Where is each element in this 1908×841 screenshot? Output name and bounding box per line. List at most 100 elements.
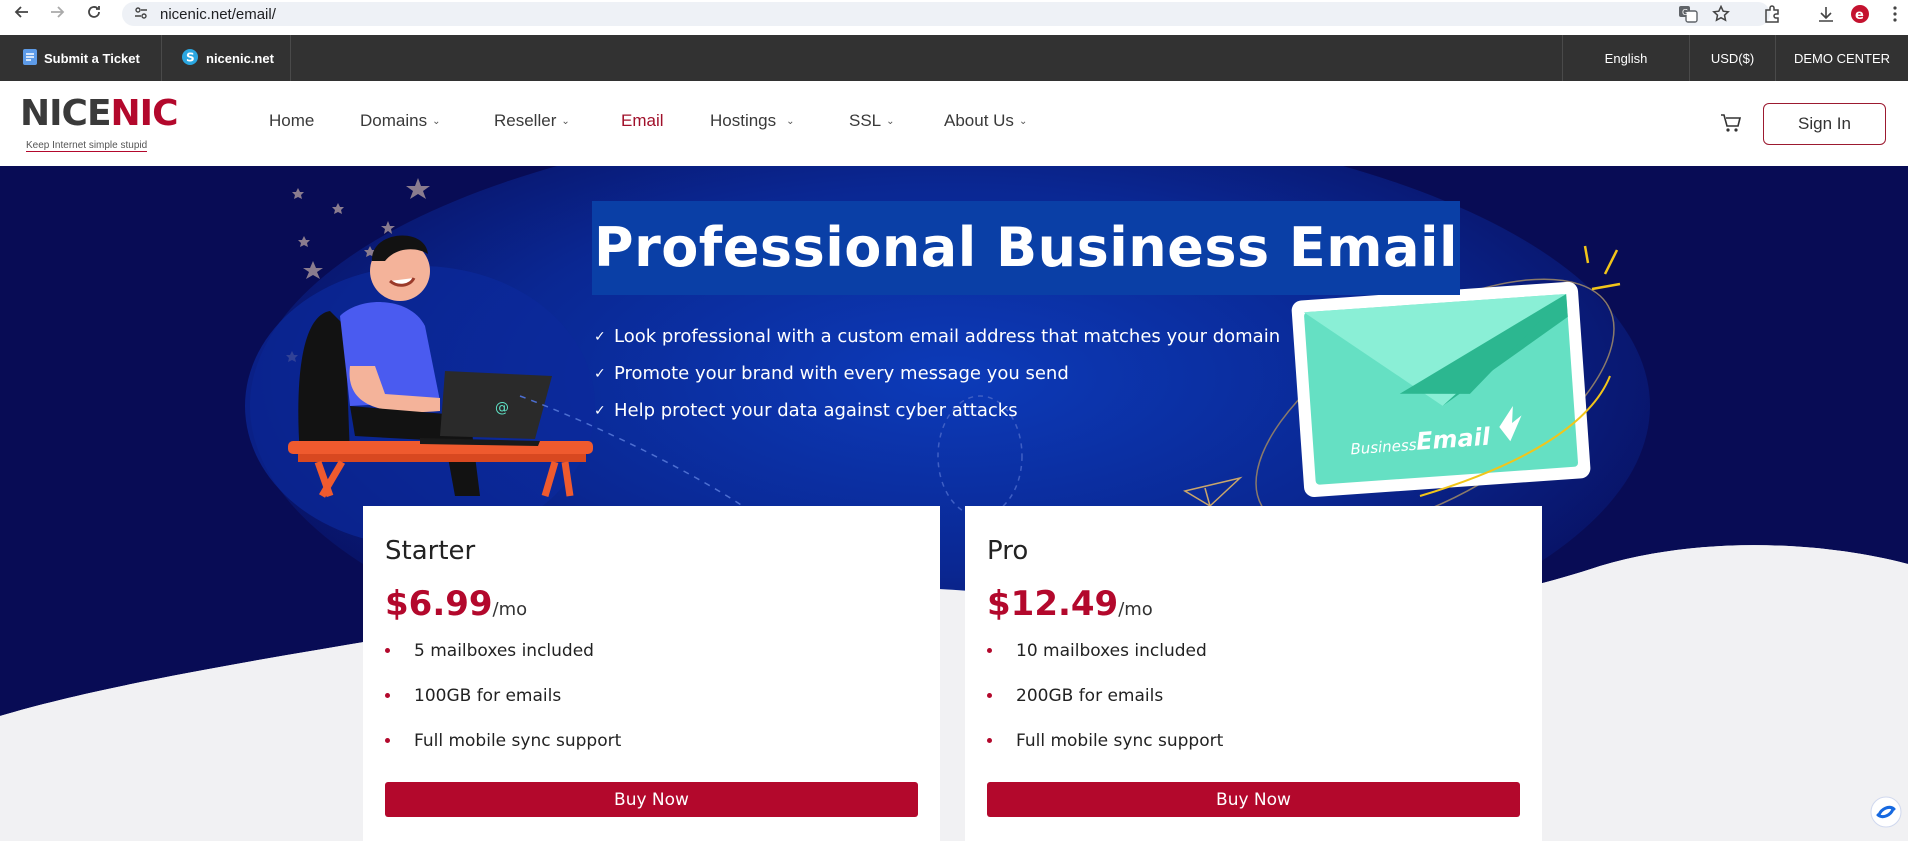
plan-feature-item: Full mobile sync support [385, 718, 621, 763]
nav-email[interactable]: Email [621, 111, 664, 131]
plan-feature-item: Full mobile sync support [987, 718, 1223, 763]
hero-benefit-item: ✓ Promote your brand with every message … [594, 355, 1280, 392]
nicenic-logo[interactable]: NICENIC Keep Internet simple stupid [20, 93, 182, 152]
bullet-dot-icon [385, 693, 390, 698]
nav-domains[interactable]: Domains ⌄ [360, 111, 440, 131]
svg-text:G: G [1682, 8, 1688, 17]
plan-card-starter: Starter $6.99/mo 5 mailboxes included 10… [363, 506, 940, 841]
hero-benefit-text: Promote your brand with every message yo… [614, 363, 1069, 384]
envelope-text-email: Email [1415, 423, 1492, 456]
plan-feature-text: 200GB for emails [1016, 685, 1164, 706]
address-bar[interactable]: nicenic.net/email/ [122, 2, 1770, 26]
currency-selector[interactable]: USD($) [1689, 35, 1775, 81]
hero-benefit-text: Help protect your data against cyber att… [614, 400, 1018, 421]
plan-price-period: /mo [1118, 599, 1153, 620]
nicenic-site-label: nicenic.net [206, 50, 274, 66]
plan-features-list: 5 mailboxes included 100GB for emails Fu… [385, 628, 621, 763]
hero-title: Professional Business Email [592, 201, 1461, 295]
nav-domains-label: Domains [360, 111, 428, 130]
skype-icon: S [181, 48, 199, 69]
nav-hostings[interactable]: Hostings ⌄ [710, 111, 795, 131]
url-text: nicenic.net/email/ [160, 5, 276, 23]
hero-benefit-item: ✓ Help protect your data against cyber a… [594, 392, 1280, 429]
nav-home-label: Home [269, 111, 315, 130]
ticket-icon [22, 48, 38, 69]
submit-ticket-link[interactable]: Submit a Ticket [22, 35, 140, 81]
chevron-down-icon: ⌄ [1018, 115, 1028, 127]
nicenic-skype-link[interactable]: S nicenic.net [181, 35, 274, 81]
language-selector[interactable]: English [1562, 35, 1689, 81]
demo-center-link[interactable]: DEMO CENTER [1775, 35, 1908, 81]
plan-feature-text: 10 mailboxes included [1016, 640, 1207, 661]
logo-tagline: Keep Internet simple stupid [26, 140, 148, 152]
plan-price-amount: $6.99 [385, 584, 493, 624]
hero-benefit-text: Look professional with a custom email ad… [614, 326, 1281, 347]
extensions-icon[interactable] [1763, 2, 1781, 26]
top-utility-bar: Submit a Ticket S nicenic.net English US… [0, 35, 1908, 81]
nav-reseller[interactable]: Reseller ⌄ [494, 111, 570, 131]
plan-price: $6.99/mo [385, 584, 527, 624]
nav-ssl[interactable]: SSL ⌄ [849, 111, 895, 131]
browser-toolbar: nicenic.net/email/ G e [0, 0, 1908, 35]
reload-icon[interactable] [82, 0, 106, 24]
bookmark-star-icon[interactable] [1712, 2, 1730, 26]
plan-price-period: /mo [492, 599, 528, 620]
chevron-down-icon: ⌄ [432, 115, 441, 127]
plan-name: Starter [385, 536, 476, 566]
nav-email-label: Email [621, 111, 664, 130]
bullet-dot-icon [385, 648, 390, 653]
profile-avatar-icon[interactable]: e [1850, 2, 1870, 26]
back-icon[interactable] [10, 0, 34, 24]
checkmark-icon: ✓ [594, 402, 606, 419]
download-icon[interactable] [1817, 2, 1835, 26]
nav-about-us[interactable]: About Us ⌄ [944, 111, 1027, 131]
hero-benefits-list: ✓ Look professional with a custom email … [594, 318, 1280, 429]
plan-price-amount: $12.49 [987, 584, 1119, 624]
hero-benefit-item: ✓ Look professional with a custom email … [594, 318, 1280, 355]
svg-text:S: S [186, 50, 195, 64]
chevron-down-icon: ⌄ [786, 115, 795, 127]
bullet-dot-icon [987, 738, 992, 743]
browser-menu-icon[interactable] [1892, 2, 1898, 26]
forward-icon[interactable] [45, 0, 69, 24]
svg-text:e: e [1855, 8, 1864, 23]
plan-feature-text: 5 mailboxes included [414, 640, 594, 661]
plan-feature-item: 100GB for emails [385, 673, 621, 718]
plan-price: $12.49/mo [987, 584, 1153, 624]
plan-feature-item: 5 mailboxes included [385, 628, 621, 673]
plan-feature-text: 100GB for emails [414, 685, 562, 706]
bullet-dot-icon [987, 693, 992, 698]
submit-ticket-label: Submit a Ticket [44, 50, 140, 66]
starter-buy-now-button[interactable]: Buy Now [385, 782, 918, 817]
plan-feature-item: 10 mailboxes included [987, 628, 1223, 673]
hero-section: @ Business Email Professional Business E… [0, 166, 1908, 841]
plan-feature-item: 200GB for emails [987, 673, 1223, 718]
plan-features-list: 10 mailboxes included 200GB for emails F… [987, 628, 1223, 763]
sign-in-button[interactable]: Sign In [1763, 103, 1886, 145]
plan-card-pro: Pro $12.49/mo 10 mailboxes included 200G… [965, 506, 1542, 841]
site-info-icon[interactable] [134, 5, 148, 24]
plan-feature-text: Full mobile sync support [1016, 730, 1224, 751]
main-header: NICENIC Keep Internet simple stupid Home… [0, 81, 1908, 166]
nav-hostings-label: Hostings [710, 111, 777, 130]
chevron-down-icon: ⌄ [561, 115, 570, 127]
envelope-illustration: Business Email [1291, 281, 1591, 498]
bullet-dot-icon [385, 738, 390, 743]
nav-about-us-label: About Us [944, 111, 1014, 130]
logo-text-nice: NICE [20, 93, 112, 134]
plan-feature-text: Full mobile sync support [414, 730, 622, 751]
logo-text-nic: NIC [110, 93, 179, 134]
translate-icon[interactable]: G [1678, 2, 1698, 26]
nav-home[interactable]: Home [269, 111, 314, 131]
chat-helper-icon[interactable] [1870, 796, 1902, 828]
bullet-dot-icon [987, 648, 992, 653]
checkmark-icon: ✓ [594, 365, 606, 382]
cart-icon[interactable] [1719, 112, 1743, 134]
pro-buy-now-button[interactable]: Buy Now [987, 782, 1520, 817]
nav-reseller-label: Reseller [494, 111, 557, 130]
at-symbol: @ [495, 400, 509, 416]
nav-ssl-label: SSL [849, 111, 882, 130]
chevron-down-icon: ⌄ [886, 115, 895, 127]
checkmark-icon: ✓ [594, 328, 606, 345]
plan-name: Pro [987, 536, 1029, 566]
